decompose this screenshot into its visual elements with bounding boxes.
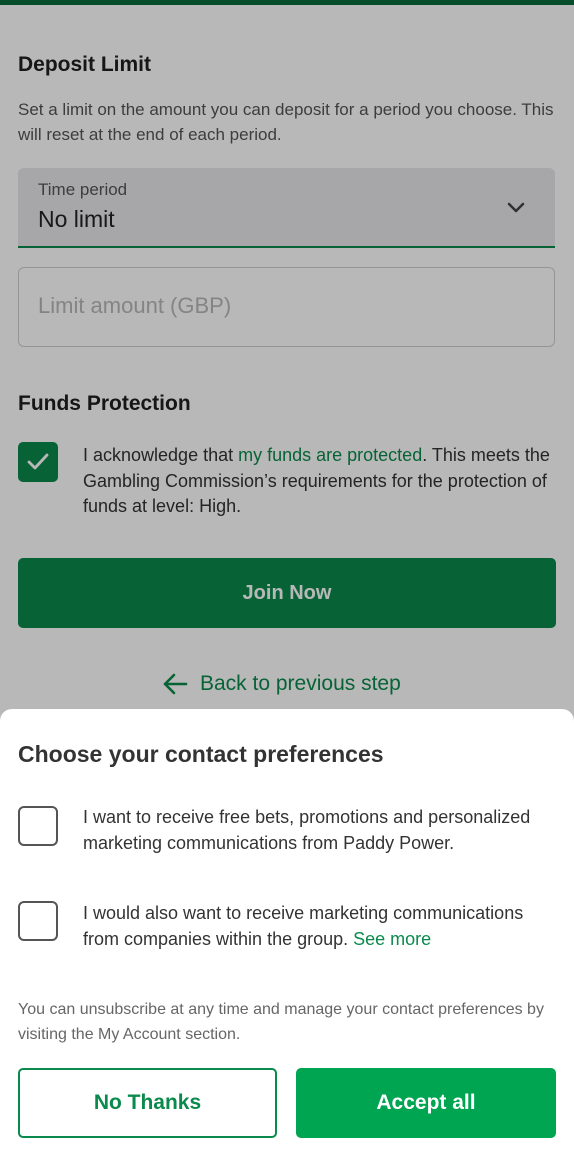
contact-preferences-title: Choose your contact preferences	[18, 741, 384, 767]
group-marketing-label: I would also want to receive marketing c…	[83, 901, 553, 952]
marketing-opt-in-label: I want to receive free bets, promotions …	[83, 807, 531, 853]
group-marketing-checkbox[interactable]	[18, 901, 58, 941]
unsubscribe-note: You can unsubscribe at any time and mana…	[18, 1001, 544, 1043]
group-marketing-text: I would also want to receive marketing c…	[83, 903, 524, 949]
no-thanks-button[interactable]: No Thanks	[18, 1068, 277, 1138]
contact-preferences-sheet: Choose your contact preferences I want t…	[0, 709, 574, 1157]
accept-all-button[interactable]: Accept all	[296, 1068, 556, 1138]
marketing-opt-in-checkbox[interactable]	[18, 806, 58, 846]
see-more-link[interactable]: See more	[353, 929, 431, 949]
